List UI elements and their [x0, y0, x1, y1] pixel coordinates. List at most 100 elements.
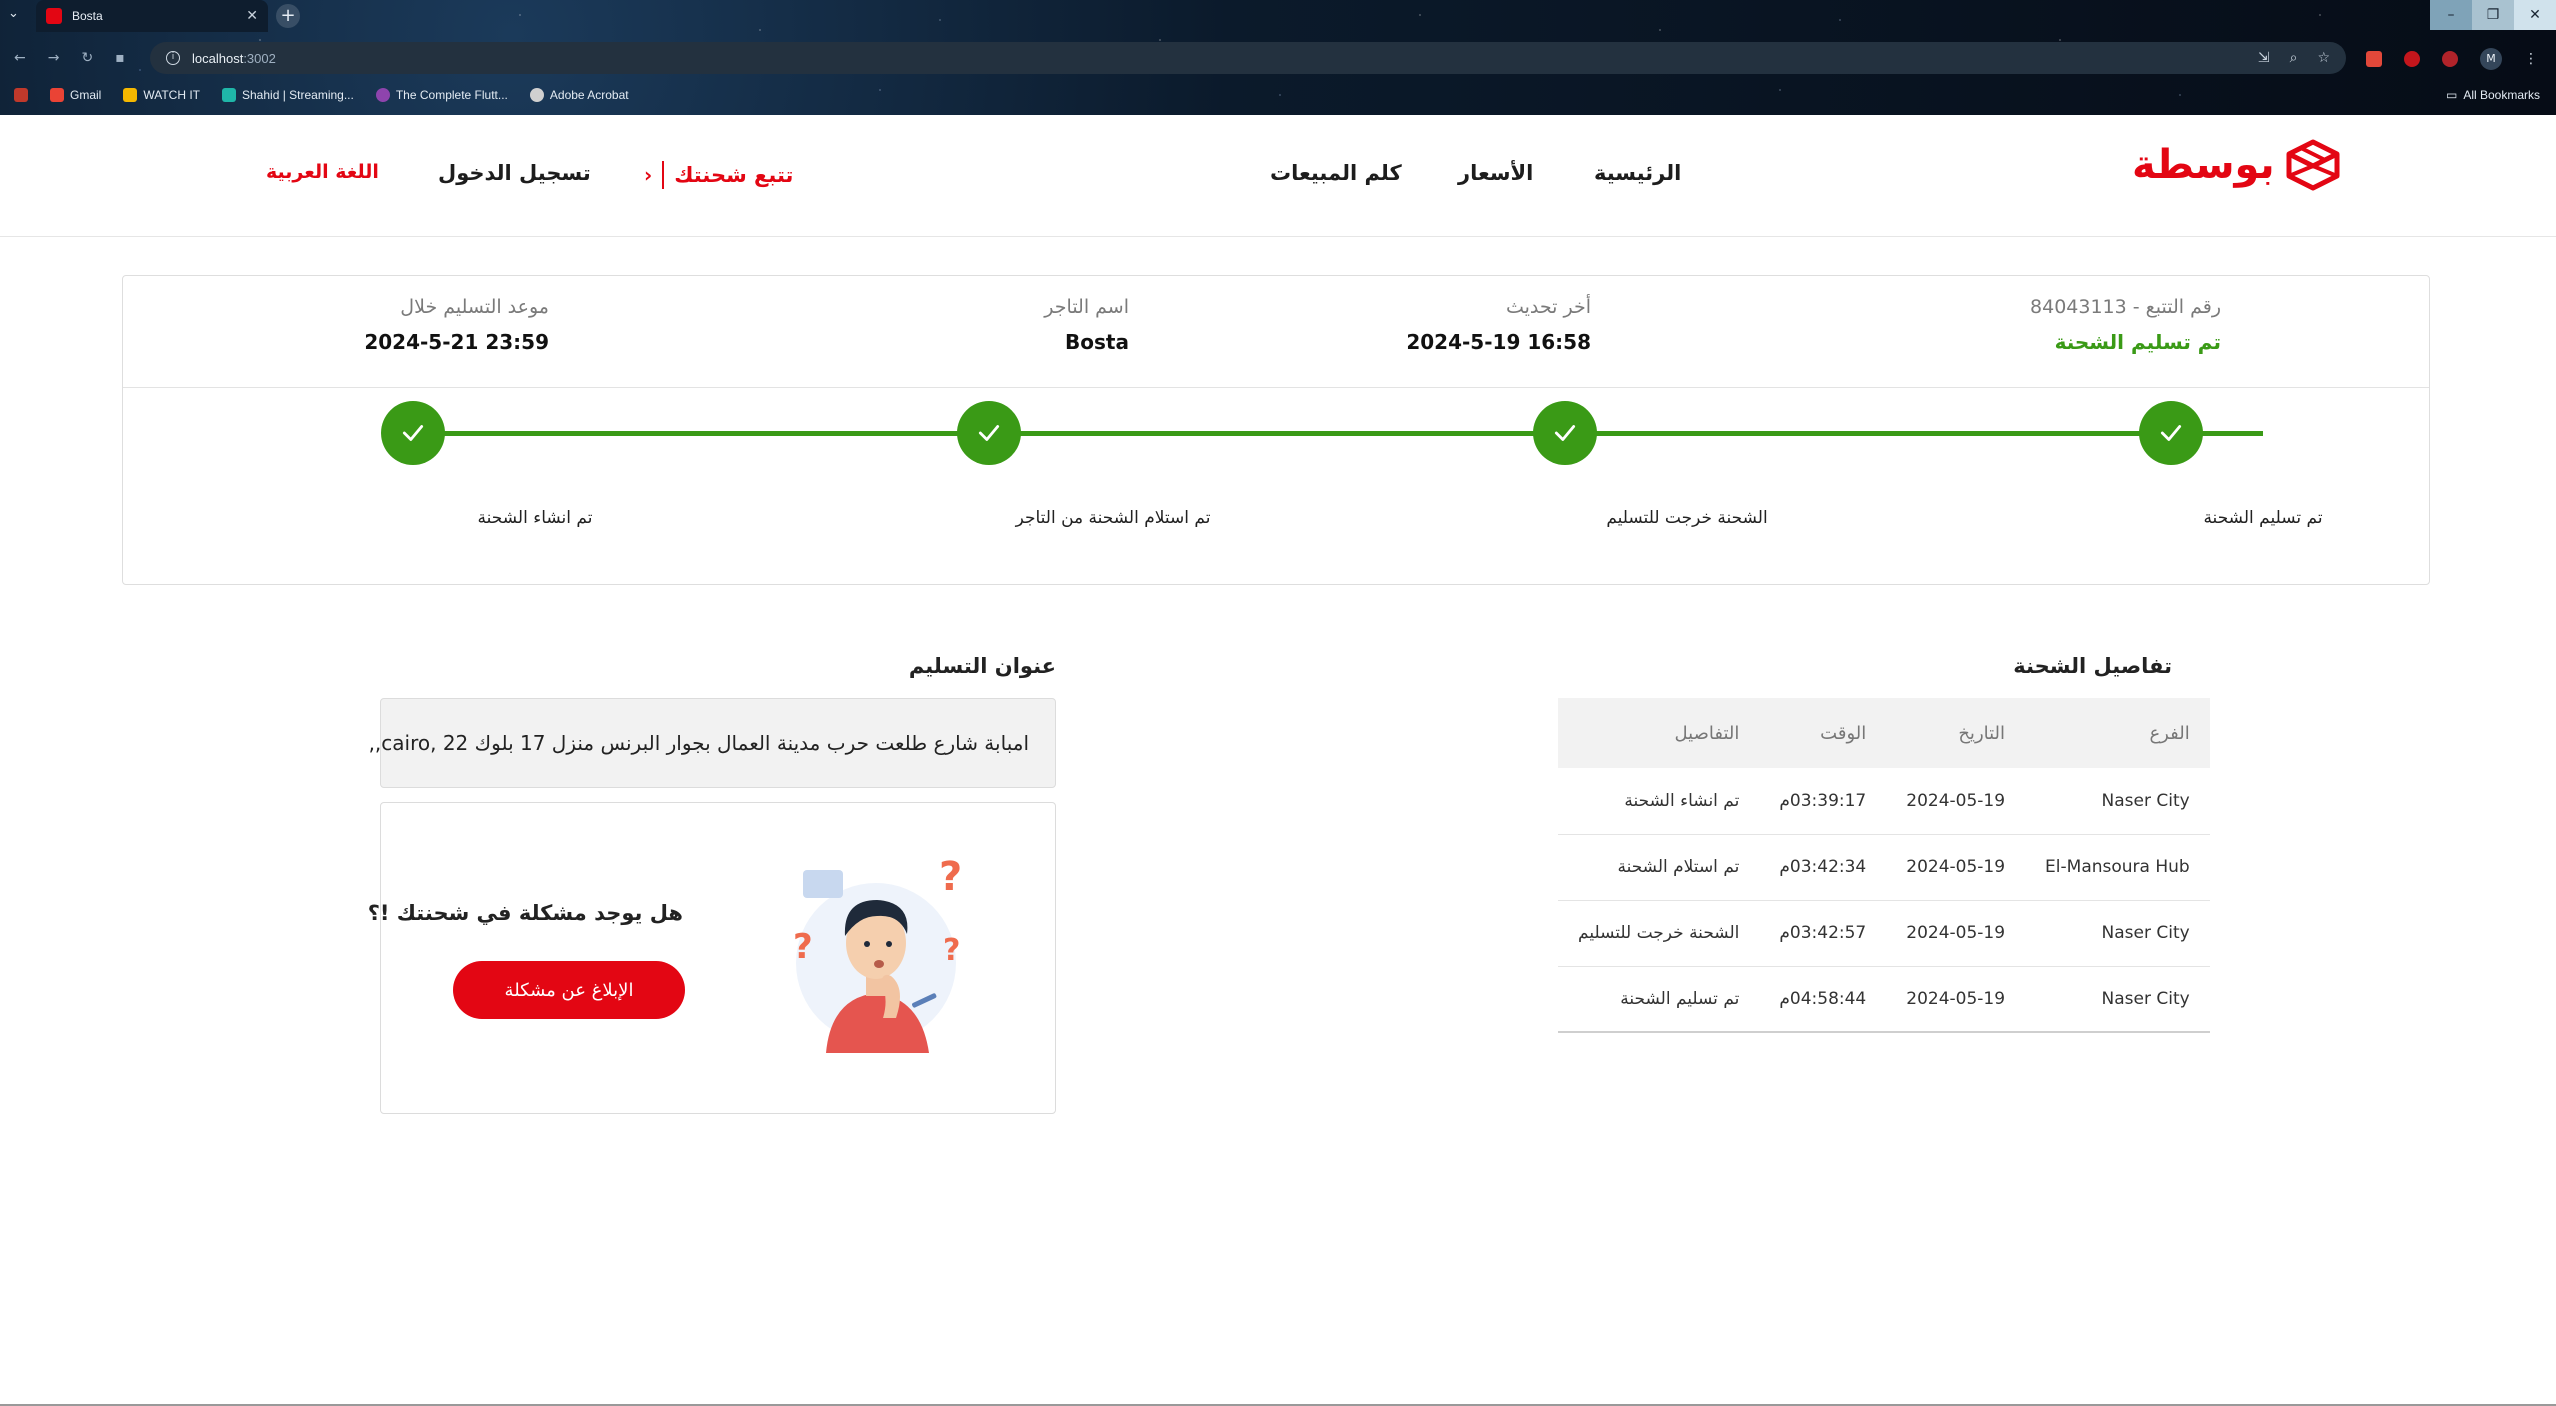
progress-tracker: تم تسليم الشحنة الشحنة خرجت للتسليم تم ا… — [123, 388, 2429, 586]
restore-button[interactable]: ❐ — [2472, 0, 2514, 30]
bookmarks-bar: Gmail WATCH IT Shahid | Streaming... The… — [0, 82, 2556, 108]
profile-avatar[interactable]: M — [2480, 48, 2502, 70]
row-time: 03:42:57م — [1759, 900, 1887, 967]
last-update-value: 16:58 2024-5-19 — [1406, 330, 1591, 354]
tracking-number-label: رقم التتبع - 84043113 — [2030, 296, 2221, 318]
bookmark-adobe-acrobat[interactable]: Adobe Acrobat — [529, 88, 629, 102]
step-label-delivered: تم تسليم الشحنة — [2203, 508, 2323, 528]
url-text[interactable]: localhost:3002 — [192, 51, 276, 66]
tracking-number-column: رقم التتبع - 84043113 تم تسليم الشحنة — [2030, 296, 2221, 354]
step-out-for-delivery — [1533, 401, 1597, 465]
nav-prices-link[interactable]: الأسعار — [1458, 161, 1533, 185]
all-bookmarks[interactable]: ▭ All Bookmarks — [2446, 88, 2540, 102]
row-branch: Naser City — [2025, 768, 2210, 835]
course-icon — [375, 88, 390, 102]
column-details: التفاصيل — [1558, 698, 1760, 768]
browser-tab[interactable]: Bosta ✕ — [36, 0, 268, 32]
tracking-summary: رقم التتبع - 84043113 تم تسليم الشحنة أخ… — [123, 276, 2429, 388]
step-label-received: تم استلام الشحنة من التاجر — [1015, 508, 1211, 528]
row-details: تم استلام الشحنة — [1558, 834, 1760, 901]
nav-track-shipment[interactable]: تتبع شحنتك ‹ — [644, 161, 793, 189]
row-date: 2024-05-19 — [1886, 966, 2026, 1033]
site-info-icon[interactable]: i — [166, 51, 180, 65]
problem-question: هل يوجد مشكلة في شحنتك !؟ — [367, 901, 683, 925]
svg-text:?: ? — [939, 854, 962, 900]
row-details: الشحنة خرجت للتسليم — [1558, 900, 1760, 967]
nav-home-link[interactable]: الرئيسية — [1594, 161, 1681, 185]
delivery-window-column: موعد التسليم خلال 23:59 2024-5-21 — [364, 296, 549, 354]
table-header-row: الفرع التاريخ الوقت التفاصيل — [1558, 698, 2210, 768]
tab-search-icon[interactable]: ⌄ — [8, 6, 19, 21]
merchant-label: اسم التاجر — [1044, 296, 1129, 318]
table-row: Naser City 2024-05-19 04:58:44م تم تسليم… — [1558, 966, 2210, 1033]
address-bar[interactable]: i localhost:3002 ⇲ ⌕ ☆ — [150, 42, 2346, 74]
check-icon — [402, 425, 424, 441]
reload-icon[interactable]: ↻ — [81, 50, 93, 66]
extension-opera-icon[interactable] — [2404, 51, 2420, 67]
zoom-icon[interactable]: ⌕ — [2290, 50, 2298, 66]
extension-icon[interactable]: ▪ — [115, 50, 125, 66]
omnibox-actions: ⇲ ⌕ ☆ — [2258, 50, 2330, 66]
bosta-logo[interactable]: بوسطة — [2132, 139, 2341, 191]
tab-close-icon[interactable]: ✕ — [246, 8, 258, 24]
browser-menu-icon[interactable]: ⋮ — [2524, 51, 2538, 67]
last-update-column: أخر تحديث 16:58 2024-5-19 — [1406, 296, 1591, 354]
delivery-address-title: عنوان التسليم — [908, 654, 1056, 678]
apps-icon[interactable] — [14, 88, 28, 102]
site-header: بوسطة الرئيسية الأسعار كلم المبيعات تتبع… — [0, 115, 2556, 237]
new-tab-button[interactable]: + — [276, 4, 300, 28]
nav-login-link[interactable]: تسجيل الدخول — [438, 161, 591, 185]
delivery-address-text: امبابة شارع طلعت حرب مدينة العمال بجوار … — [368, 731, 1029, 755]
progress-line — [413, 431, 2263, 436]
bookmark-star-icon[interactable]: ☆ — [2317, 50, 2330, 66]
forward-icon[interactable]: → — [48, 50, 60, 66]
chevron-down-icon: ‹ — [644, 163, 653, 187]
row-date: 2024-05-19 — [1886, 768, 2026, 835]
close-window-button[interactable]: ✕ — [2514, 0, 2556, 30]
report-problem-button[interactable]: الإبلاغ عن مشكلة — [453, 961, 685, 1019]
logo-text: بوسطة — [2132, 142, 2275, 188]
bosta-favicon-icon — [46, 8, 62, 24]
browser-nav-buttons: ← → ↻ ▪ — [0, 50, 125, 66]
shahid-icon — [222, 88, 236, 102]
step-label-out-for-delivery: الشحنة خرجت للتسليم — [1606, 508, 1768, 528]
row-details: تم تسليم الشحنة — [1558, 966, 1760, 1033]
row-branch: Naser City — [2025, 900, 2210, 967]
report-problem-card: ? ? ? هل يوجد مشكلة في شحنتك !؟ الإبلاغ … — [368, 802, 1056, 1114]
minimize-button[interactable]: – — [2430, 0, 2472, 30]
nav-sales-link[interactable]: كلم المبيعات — [1270, 161, 1402, 185]
extensions-area: M ⋮ — [2366, 48, 2538, 70]
column-branch: الفرع — [2025, 698, 2210, 768]
merchant-value: Bosta — [1065, 330, 1129, 354]
row-time: 04:58:44م — [1759, 966, 1887, 1033]
row-date: 2024-05-19 — [1886, 834, 2026, 901]
merchant-column: اسم التاجر Bosta — [1044, 296, 1129, 354]
tracking-card: رقم التتبع - 84043113 تم تسليم الشحنة أخ… — [122, 275, 2430, 585]
browser-chrome: ⌄ Bosta ✕ + – ❐ ✕ ← → ↻ ▪ i localhost:30… — [0, 0, 2556, 115]
bookmark-flutter-course[interactable]: The Complete Flutt... — [375, 88, 508, 102]
row-branch: El-Mansoura Hub — [2025, 834, 2210, 901]
confused-person-illustration: ? ? ? — [793, 854, 962, 1053]
bookmark-gmail[interactable]: Gmail — [50, 88, 101, 102]
folder-icon: ▭ — [2445, 88, 2458, 102]
step-created — [381, 401, 445, 465]
step-delivered — [2139, 401, 2203, 465]
nav-language-switch[interactable]: اللغة العربية — [266, 161, 379, 183]
watchit-icon — [123, 88, 138, 102]
extension-red-icon[interactable] — [2366, 51, 2382, 67]
delivery-window-value: 23:59 2024-5-21 — [364, 330, 549, 354]
extension-vpn-icon[interactable] — [2442, 51, 2458, 67]
row-branch: Naser City — [2025, 966, 2210, 1033]
bookmark-shahid[interactable]: Shahid | Streaming... — [222, 88, 354, 102]
install-app-icon[interactable]: ⇲ — [2258, 50, 2270, 66]
check-icon — [978, 425, 1000, 441]
row-time: 03:42:34م — [1759, 834, 1887, 901]
step-label-created: تم انشاء الشحنة — [477, 508, 593, 528]
table-row: El-Mansoura Hub 2024-05-19 03:42:34م تم … — [1558, 834, 2210, 901]
svg-text:?: ? — [943, 933, 960, 968]
check-icon — [2160, 425, 2182, 441]
back-icon[interactable]: ← — [14, 50, 26, 66]
bookmark-watchit[interactable]: WATCH IT — [123, 88, 200, 102]
check-icon — [1554, 425, 1576, 441]
step-received-from-merchant — [957, 401, 1021, 465]
